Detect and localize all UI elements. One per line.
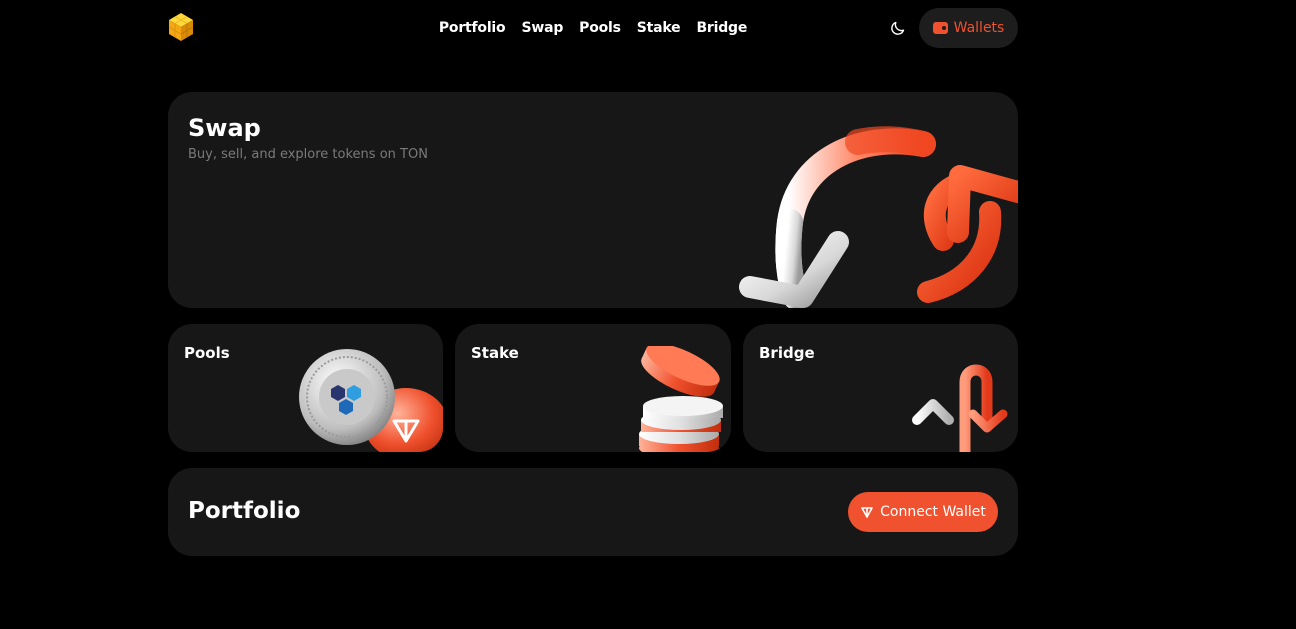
bridge-title: Bridge (759, 344, 815, 362)
swap-arrows-icon (739, 126, 1018, 308)
nav-pools[interactable]: Pools (579, 20, 621, 36)
wallets-button[interactable]: Wallets (919, 8, 1018, 48)
stake-card[interactable]: Stake (455, 324, 731, 452)
moon-icon (891, 21, 905, 35)
swap-subtitle: Buy, sell, and explore tokens on TON (188, 147, 428, 162)
coins-icon (299, 349, 443, 452)
page-container: Portfolio Swap Pools Stake Bridge Wallet… (168, 0, 1018, 556)
pools-title: Pools (184, 344, 230, 362)
wallet-icon (932, 22, 948, 34)
portfolio-title: Portfolio (188, 498, 301, 524)
ton-icon (861, 507, 873, 518)
portfolio-card: Portfolio Connect Wallet (168, 468, 1018, 556)
nav-swap[interactable]: Swap (521, 20, 563, 36)
nav-portfolio[interactable]: Portfolio (439, 20, 506, 36)
nav-stake[interactable]: Stake (637, 20, 681, 36)
up-down-arrows-icon (912, 364, 1008, 452)
swap-card[interactable]: Swap Buy, sell, and explore tokens on TO… (168, 92, 1018, 308)
bridge-card[interactable]: Bridge (743, 324, 1018, 452)
theme-toggle-button[interactable] (886, 16, 910, 40)
pools-card[interactable]: Pools (168, 324, 443, 452)
wallets-label: Wallets (953, 20, 1005, 36)
coin-stack-icon (639, 346, 723, 452)
connect-wallet-button[interactable]: Connect Wallet (848, 492, 998, 532)
nav-bridge[interactable]: Bridge (696, 20, 747, 36)
connect-wallet-label: Connect Wallet (880, 504, 986, 520)
header: Portfolio Swap Pools Stake Bridge Wallet… (168, 0, 1018, 56)
swap-title: Swap (188, 114, 261, 142)
stake-title: Stake (471, 344, 519, 362)
